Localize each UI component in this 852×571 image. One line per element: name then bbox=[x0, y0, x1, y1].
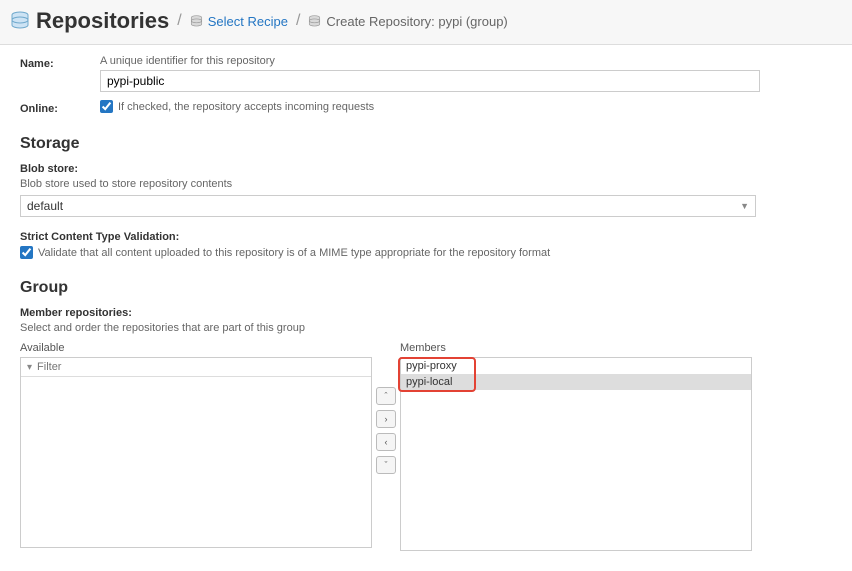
breadcrumb-select-recipe[interactable]: Select Recipe bbox=[190, 14, 288, 29]
filter-icon: ▾ bbox=[27, 362, 32, 373]
available-list[interactable] bbox=[21, 377, 371, 547]
blob-store-label: Blob store: bbox=[20, 163, 832, 175]
move-left-button[interactable]: ‹ bbox=[376, 433, 396, 451]
member-repos-label: Member repositories: bbox=[20, 307, 832, 319]
members-column: Members pypi-proxy pypi-local bbox=[400, 342, 752, 551]
database-icon-small bbox=[308, 15, 321, 28]
member-repos-help: Select and order the repositories that a… bbox=[20, 322, 832, 334]
strict-label: Strict Content Type Validation: bbox=[20, 231, 832, 243]
strict-help: Validate that all content uploaded to th… bbox=[38, 247, 550, 259]
online-label: Online: bbox=[20, 100, 100, 115]
members-list[interactable]: pypi-proxy pypi-local bbox=[400, 357, 752, 551]
name-help: A unique identifier for this repository bbox=[100, 55, 832, 67]
breadcrumb-current: Create Repository: pypi (group) bbox=[308, 14, 507, 29]
move-right-button[interactable]: › bbox=[376, 410, 396, 428]
online-row: Online: If checked, the repository accep… bbox=[20, 100, 832, 115]
filter-row: ▾ bbox=[21, 358, 371, 377]
page-title: Repositories bbox=[10, 8, 169, 34]
name-row: Name: A unique identifier for this repos… bbox=[20, 55, 832, 92]
blob-store-help: Blob store used to store repository cont… bbox=[20, 178, 832, 190]
blob-store-value: default bbox=[27, 199, 63, 213]
online-checkbox[interactable] bbox=[100, 100, 113, 113]
member-item[interactable]: pypi-proxy bbox=[401, 358, 751, 374]
strict-validation-block: Strict Content Type Validation: Validate… bbox=[20, 231, 832, 259]
breadcrumb: Repositories / Select Recipe / Create Re… bbox=[0, 0, 852, 45]
transfer-buttons: ˆ › ‹ ˇ bbox=[376, 387, 396, 474]
available-label: Available bbox=[20, 342, 372, 354]
chevron-down-icon: ▼ bbox=[740, 201, 749, 211]
storage-heading: Storage bbox=[20, 135, 832, 153]
breadcrumb-separator: / bbox=[177, 12, 181, 30]
member-item[interactable]: pypi-local bbox=[401, 374, 751, 390]
form-content: Name: A unique identifier for this repos… bbox=[0, 45, 852, 571]
move-up-button[interactable]: ˆ bbox=[376, 387, 396, 405]
member-repos-block: Member repositories: Select and order th… bbox=[20, 307, 832, 551]
group-heading: Group bbox=[20, 279, 832, 297]
available-box: ▾ bbox=[20, 357, 372, 548]
online-help: If checked, the repository accepts incom… bbox=[118, 101, 374, 113]
name-input[interactable] bbox=[100, 70, 760, 92]
filter-input[interactable] bbox=[37, 361, 365, 373]
breadcrumb-separator: / bbox=[296, 12, 300, 30]
name-label: Name: bbox=[20, 55, 100, 70]
blob-store-block: Blob store: Blob store used to store rep… bbox=[20, 163, 832, 217]
blob-store-select[interactable]: default ▼ bbox=[20, 195, 756, 217]
transfer-widget: Available ▾ ˆ › ‹ ˇ Members pypi-pr bbox=[20, 342, 832, 551]
strict-checkbox[interactable] bbox=[20, 246, 33, 259]
available-column: Available ▾ bbox=[20, 342, 372, 551]
move-down-button[interactable]: ˇ bbox=[376, 456, 396, 474]
breadcrumb-title-text: Repositories bbox=[36, 8, 169, 34]
members-label: Members bbox=[400, 342, 752, 354]
database-icon bbox=[10, 11, 30, 31]
database-icon-small bbox=[190, 15, 203, 28]
